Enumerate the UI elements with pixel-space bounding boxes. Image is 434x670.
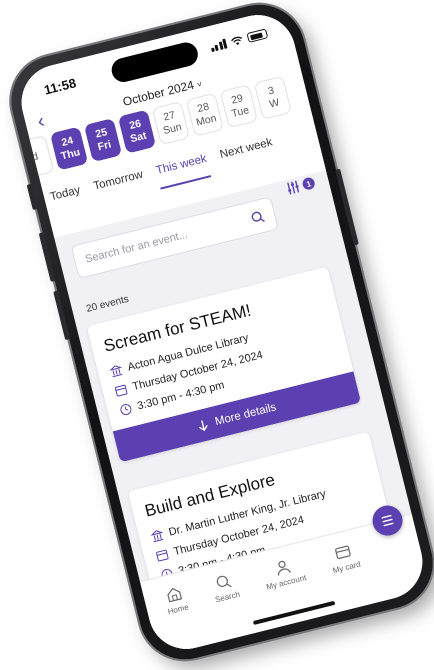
header-area: 11:58 ‹ October 2024 ˅ d 24 Thu 25 Fri 2…: [13, 7, 326, 238]
date-chip-weekday: Sat: [129, 129, 148, 146]
nav-home-label: Home: [166, 602, 190, 617]
user-icon: [277, 560, 291, 576]
home-icon: [167, 587, 183, 603]
nav-search[interactable]: Search: [207, 560, 250, 641]
date-chip[interactable]: 3W: [253, 75, 292, 120]
filter-sliders-icon: [287, 180, 300, 195]
nav-search-label: Search: [214, 589, 241, 605]
phone-device: 11:58 ‹ October 2024 ˅ d 24 Thu 25 Fri 2…: [1, 0, 434, 670]
calendar-icon: [114, 384, 128, 397]
card-icon: [335, 545, 351, 560]
tab-today[interactable]: Today: [47, 178, 84, 213]
date-chip-weekday: Sun: [161, 120, 183, 138]
date-chip[interactable]: 26 Sat: [117, 109, 157, 154]
date-chip[interactable]: 29 Tue: [219, 84, 259, 129]
date-chip-weekday: Fri: [96, 138, 113, 154]
library-icon: [109, 365, 123, 378]
tab-this-week[interactable]: This week: [153, 147, 210, 187]
calendar-icon: [156, 549, 169, 562]
date-chip-weekday: Tue: [230, 104, 251, 120]
signal-icon: [209, 38, 228, 53]
filter-count-badge: 1: [301, 176, 316, 191]
clock-icon: [120, 404, 132, 416]
event-count: 20 events: [85, 293, 130, 315]
nav-card[interactable]: My card: [324, 529, 370, 611]
search-icon: [216, 575, 232, 588]
date-chip[interactable]: 25 Fri: [83, 118, 123, 163]
battery-icon: [246, 28, 269, 43]
tab-tomorrow[interactable]: Tomorrow: [91, 163, 147, 202]
nav-home[interactable]: Home: [159, 572, 198, 652]
status-time: 11:58: [42, 75, 78, 98]
status-icons: [209, 28, 269, 53]
date-chip[interactable]: 24 Thu: [49, 126, 89, 171]
date-chip[interactable]: 27 Sun: [151, 101, 191, 146]
arrow-down-icon: [198, 420, 208, 432]
wifi-icon: [230, 36, 242, 45]
date-chip[interactable]: 28 Mon: [185, 92, 225, 137]
menu-icon: [381, 514, 394, 527]
chevron-down-icon: ˅: [196, 79, 203, 90]
nav-account-label: My account: [265, 573, 308, 592]
library-icon: [150, 530, 164, 543]
search-icon: [251, 211, 265, 222]
more-details-label: More details: [213, 401, 278, 429]
date-chip-weekday: W: [268, 96, 281, 111]
tab-next-week[interactable]: Next week: [217, 131, 276, 171]
